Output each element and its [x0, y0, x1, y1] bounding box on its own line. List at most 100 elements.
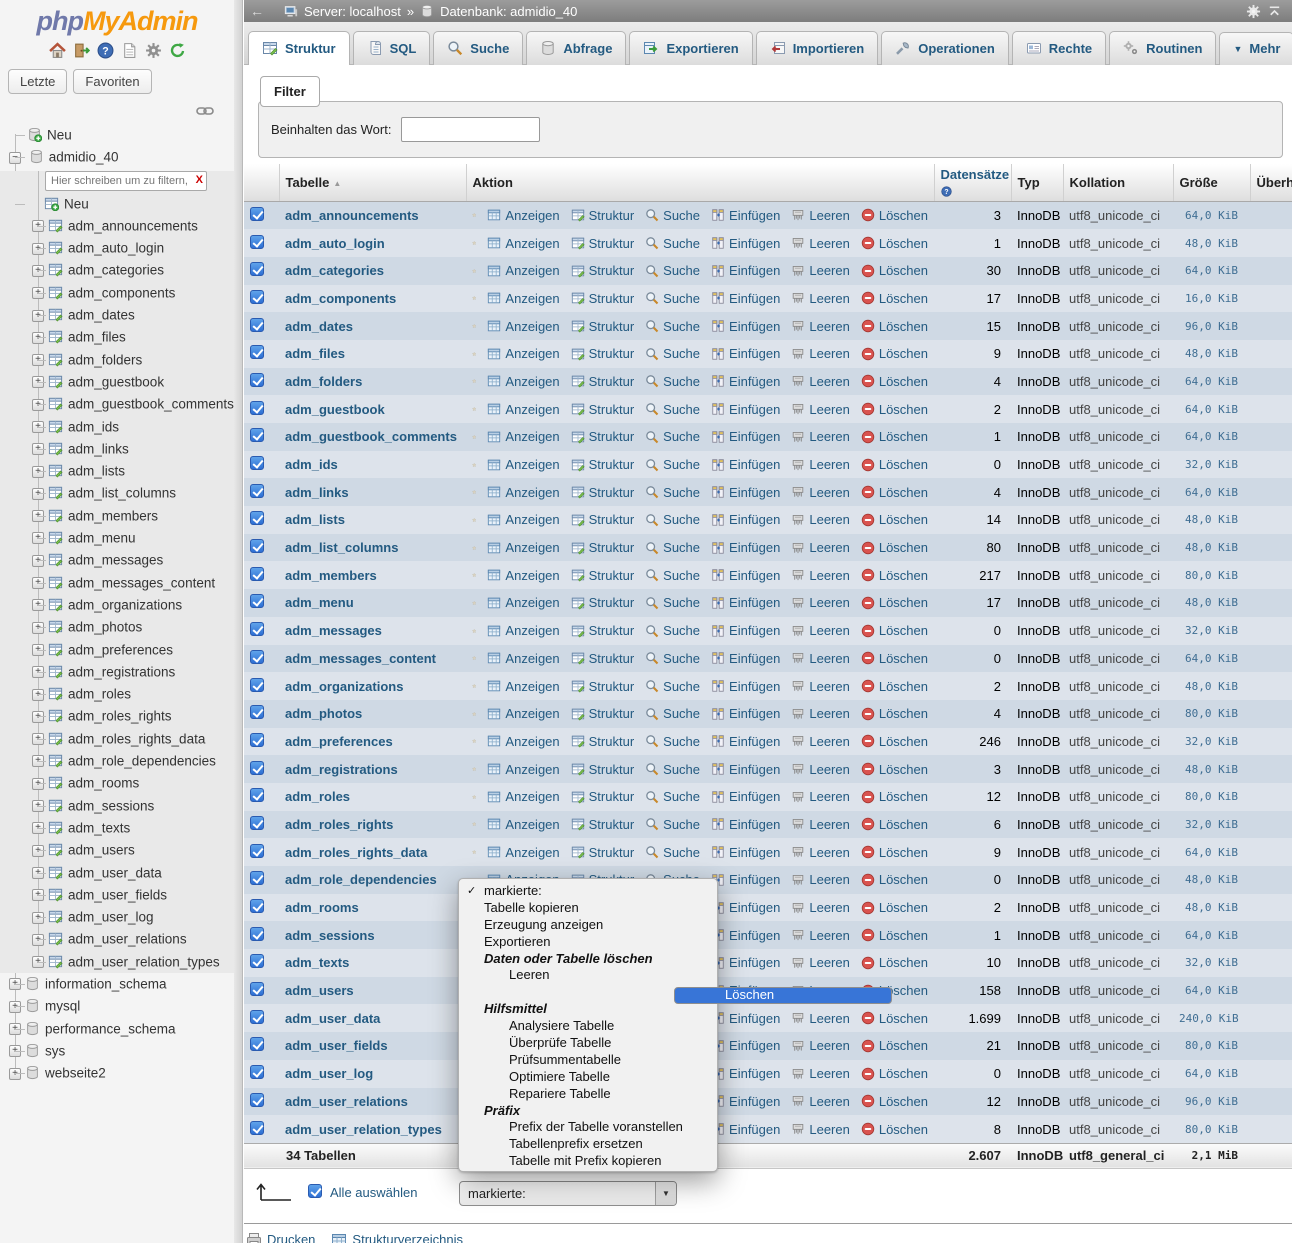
action-insert-link[interactable]: Einfügen [711, 872, 780, 887]
action-insert-link[interactable]: Einfügen [711, 346, 780, 361]
page-settings-gear-icon[interactable] [1246, 3, 1261, 19]
row-checkbox[interactable] [250, 705, 264, 719]
action-structure-link[interactable]: Struktur [571, 457, 635, 472]
expand-icon[interactable]: + [32, 510, 44, 522]
sidebar-table-adm_sessions[interactable]: +adm_sessions [0, 795, 234, 817]
sidebar-database-performance_schema[interactable]: +performance_schema [0, 1018, 234, 1040]
expand-icon[interactable]: + [32, 912, 44, 924]
table-name-link[interactable]: adm_links [285, 485, 349, 500]
action-structure-link[interactable]: Struktur [571, 512, 635, 527]
action-insert-link[interactable]: Einfügen [711, 679, 780, 694]
row-checkbox[interactable] [250, 1121, 264, 1135]
sidebar-table-adm_members[interactable]: +adm_members [0, 505, 234, 527]
row-checkbox[interactable] [250, 899, 264, 913]
action-empty-link[interactable]: Leeren [791, 928, 849, 943]
table-name-link[interactable]: adm_texts [285, 955, 349, 970]
sidebar-table-adm_preferences[interactable]: +adm_preferences [0, 639, 234, 661]
favorite-star-icon[interactable] [472, 789, 476, 805]
breadcrumb-server[interactable]: Server: localhost [304, 4, 401, 19]
menu-item-berpr-fe-tabelle[interactable]: Überprüfe Tabelle [459, 1035, 717, 1052]
action-empty-link[interactable]: Leeren [791, 789, 849, 804]
row-checkbox[interactable] [250, 844, 264, 858]
action-browse-link[interactable]: Anzeigen [487, 651, 559, 666]
action-insert-link[interactable]: Einfügen [711, 1066, 780, 1081]
sidebar-table-adm_user_relation_types[interactable]: +adm_user_relation_types [0, 951, 234, 973]
row-checkbox[interactable] [250, 1093, 264, 1107]
expand-icon[interactable]: + [32, 867, 44, 879]
expand-icon[interactable]: + [32, 711, 44, 723]
action-browse-link[interactable]: Anzeigen [487, 374, 559, 389]
action-structure-link[interactable]: Struktur [571, 402, 635, 417]
header-type[interactable]: Typ [1011, 164, 1063, 201]
action-insert-link[interactable]: Einfügen [711, 817, 780, 832]
action-empty-link[interactable]: Leeren [791, 319, 849, 334]
action-drop-link[interactable]: Löschen [861, 872, 928, 887]
action-empty-link[interactable]: Leeren [791, 734, 849, 749]
action-drop-link[interactable]: Löschen [861, 402, 928, 417]
action-empty-link[interactable]: Leeren [791, 291, 849, 306]
action-browse-link[interactable]: Anzeigen [487, 457, 559, 472]
table-name-link[interactable]: adm_user_relations [285, 1094, 408, 1109]
table-name-link[interactable]: adm_list_columns [285, 540, 398, 555]
tab-operationen[interactable]: Operationen [881, 31, 1009, 65]
favorite-star-icon[interactable] [472, 733, 476, 749]
link-with-main-panel-icon[interactable] [196, 105, 214, 117]
sidebar-table-adm_role_dependencies[interactable]: +adm_role_dependencies [0, 750, 234, 772]
expand-icon[interactable]: + [32, 421, 44, 433]
row-checkbox[interactable] [250, 1010, 264, 1024]
table-name-link[interactable]: adm_roles [285, 789, 350, 804]
row-checkbox[interactable] [250, 678, 264, 692]
favorite-star-icon[interactable] [472, 457, 476, 473]
action-search-link[interactable]: Suche [645, 706, 700, 721]
table-name-link[interactable]: adm_roles_rights [285, 817, 393, 832]
action-empty-link[interactable]: Leeren [791, 1038, 849, 1053]
action-insert-link[interactable]: Einfügen [711, 429, 780, 444]
action-insert-link[interactable]: Einfügen [711, 706, 780, 721]
favorite-star-icon[interactable] [472, 540, 476, 556]
row-checkbox[interactable] [250, 761, 264, 775]
expand-icon[interactable]: + [32, 778, 44, 790]
tab-routinen[interactable]: Routinen [1109, 31, 1216, 65]
row-checkbox[interactable] [250, 539, 264, 553]
favorite-star-icon[interactable] [472, 235, 476, 251]
sidebar-table-adm_components[interactable]: +adm_components [0, 282, 234, 304]
row-checkbox[interactable] [250, 318, 264, 332]
action-browse-link[interactable]: Anzeigen [487, 429, 559, 444]
tab-rechte[interactable]: Rechte [1012, 31, 1106, 65]
favorite-star-icon[interactable] [472, 207, 476, 223]
sidebar-table-adm_roles[interactable]: +adm_roles [0, 683, 234, 705]
row-checkbox[interactable] [250, 290, 264, 304]
sidebar-table-adm_announcements[interactable]: +adm_announcements [0, 215, 234, 237]
table-name-link[interactable]: adm_lists [285, 512, 345, 527]
sidebar-table-adm_texts[interactable]: +adm_texts [0, 817, 234, 839]
favorite-star-icon[interactable] [472, 401, 476, 417]
action-empty-link[interactable]: Leeren [791, 208, 849, 223]
action-insert-link[interactable]: Einfügen [711, 900, 780, 915]
expand-icon[interactable]: + [32, 644, 44, 656]
sidebar-table-adm_user_relations[interactable]: +adm_user_relations [0, 928, 234, 950]
expand-icon[interactable]: + [32, 287, 44, 299]
action-browse-link[interactable]: Anzeigen [487, 679, 559, 694]
tab-abfrage[interactable]: Abfrage [526, 31, 626, 65]
check-all-checkbox[interactable] [308, 1184, 322, 1198]
action-empty-link[interactable]: Leeren [791, 872, 849, 887]
action-drop-link[interactable]: Löschen [861, 679, 928, 694]
action-insert-link[interactable]: Einfügen [711, 568, 780, 583]
menu-item-pr-fsummentabelle[interactable]: Prüfsummentabelle [459, 1052, 717, 1069]
action-insert-link[interactable]: Einfügen [711, 374, 780, 389]
action-empty-link[interactable]: Leeren [791, 568, 849, 583]
refresh-icon[interactable] [169, 42, 186, 59]
action-drop-link[interactable]: Löschen [861, 319, 928, 334]
menu-item-prefix-der-tabelle-voranstellen[interactable]: Prefix der Tabelle voranstellen [459, 1119, 717, 1136]
menu-item-tabelle-kopieren[interactable]: Tabelle kopieren [459, 900, 717, 917]
tab-mehr[interactable]: ▼Mehr [1219, 32, 1292, 65]
favorites-button[interactable]: Favoriten [73, 69, 151, 94]
expand-icon[interactable]: + [9, 1045, 21, 1057]
action-insert-link[interactable]: Einfügen [711, 651, 780, 666]
table-name-link[interactable]: adm_guestbook_comments [285, 429, 457, 444]
table-name-link[interactable]: adm_user_relation_types [285, 1122, 442, 1137]
action-insert-link[interactable]: Einfügen [711, 263, 780, 278]
sidebar-table-adm_rooms[interactable]: +adm_rooms [0, 772, 234, 794]
action-insert-link[interactable]: Einfügen [711, 402, 780, 417]
action-empty-link[interactable]: Leeren [791, 900, 849, 915]
